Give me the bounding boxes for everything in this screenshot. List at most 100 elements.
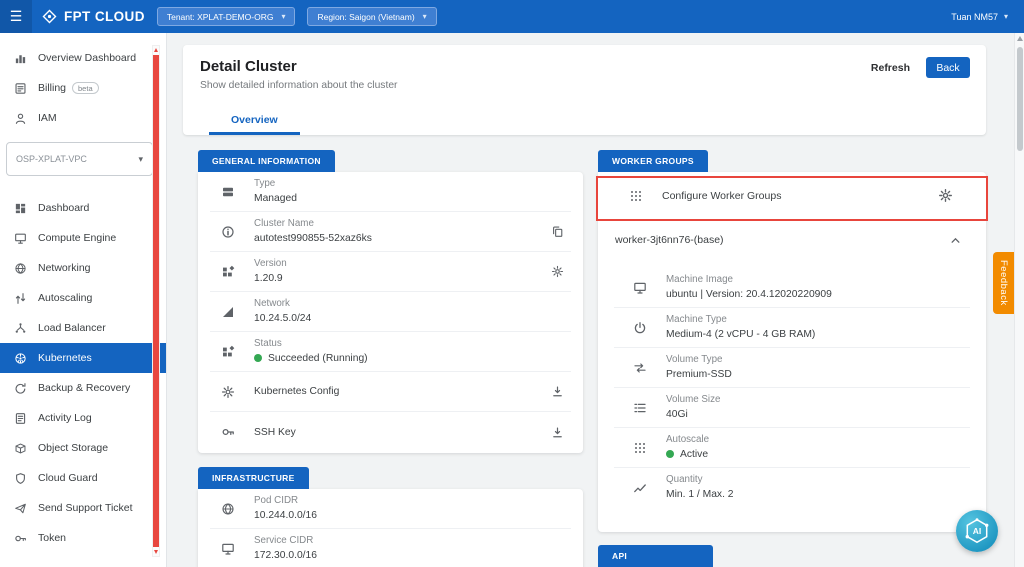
hamburger-menu-icon[interactable]: ☰: [0, 0, 32, 33]
info-row-volume-type: Volume Type Premium-SSD: [614, 348, 970, 388]
sidebar-item-send-support-ticket[interactable]: Send Support Ticket: [0, 493, 166, 523]
key-icon: [220, 425, 236, 439]
up-down-arrows-icon: [13, 291, 28, 306]
info-row-quantity: Quantity Min. 1 / Max. 2: [614, 468, 970, 508]
scroll-up-arrow-icon[interactable]: [154, 48, 158, 52]
infrastructure-card: Pod CIDR 10.244.0.0/16 Service CIDR 172.…: [198, 489, 583, 567]
sidebar-item-label: Token: [38, 532, 66, 544]
tab-overview[interactable]: Overview: [209, 108, 300, 135]
user-menu[interactable]: Tuan NM57 ▾: [951, 12, 1008, 22]
copy-icon[interactable]: [548, 222, 567, 241]
row-label: Autoscale: [666, 434, 709, 447]
sidebar-item-activity-log[interactable]: Activity Log: [0, 403, 166, 433]
worker-group-accordion-header[interactable]: worker-3jt6nn76-(base): [598, 220, 986, 260]
row-value: 1.20.9: [254, 272, 287, 285]
row-value: Medium-4 (2 vCPU - 4 GB RAM): [666, 328, 815, 341]
infrastructure-header: INFRASTRUCTURE: [198, 467, 309, 489]
configure-worker-groups-row[interactable]: Configure Worker Groups: [598, 172, 986, 220]
sidebar-item-billing[interactable]: Billing beta ▾: [0, 73, 166, 103]
row-label: Volume Size: [666, 394, 720, 407]
ai-assistant-button[interactable]: AI: [956, 510, 998, 552]
sidebar-scrollbar-thumb[interactable]: [153, 55, 159, 547]
chevron-down-icon: ▾: [1004, 12, 1008, 21]
info-row-status: Status Succeeded (Running): [210, 332, 571, 372]
row-value: autotest990855-52xaz6ks: [254, 232, 372, 245]
page-scrollbar[interactable]: [1014, 33, 1024, 567]
info-row-autoscale: Autoscale Active: [614, 428, 970, 468]
worker-group-details: Machine Image ubuntu | Version: 20.4.120…: [598, 260, 986, 508]
monitor-icon: [632, 281, 648, 295]
tenant-selector[interactable]: Tenant: XPLAT-DEMO-ORG ▾: [157, 7, 296, 26]
beta-badge: beta: [72, 82, 99, 94]
sidebar-item-token[interactable]: Token: [0, 523, 166, 553]
region-selector[interactable]: Region: Saigon (Vietnam) ▾: [307, 7, 436, 26]
autoscale-status-dot: [666, 450, 674, 458]
ai-label: AI: [973, 526, 982, 536]
sidebar-item-object-storage[interactable]: Object Storage: [0, 433, 166, 463]
page-header-card: Detail Cluster Show detailed information…: [183, 45, 986, 135]
paper-plane-icon: [13, 501, 28, 516]
row-label: Pod CIDR: [254, 495, 317, 508]
gear-icon: [220, 385, 236, 399]
sidebar-item-compute-engine[interactable]: Compute Engine ▾: [0, 223, 166, 253]
sidebar-item-label: Cloud Guard: [38, 472, 98, 484]
load-balancer-icon: [13, 321, 28, 336]
region-label: Region: Saigon (Vietnam): [317, 12, 414, 22]
info-row-machine-image: Machine Image ubuntu | Version: 20.4.120…: [614, 268, 970, 308]
sidebar-item-overview-dashboard[interactable]: Overview Dashboard: [0, 43, 166, 73]
refresh-button[interactable]: Refresh: [871, 62, 910, 74]
sidebar-item-label: Send Support Ticket: [38, 502, 133, 514]
row-label: Volume Type: [666, 354, 732, 367]
row-label: Machine Type: [666, 314, 815, 327]
row-label: Network: [254, 298, 311, 311]
info-row-volume-size: Volume Size 40Gi: [614, 388, 970, 428]
row-label: Kubernetes Config: [254, 386, 339, 397]
info-row-service-cidr: Service CIDR 172.30.0.0/16: [210, 529, 571, 567]
row-value: 10.244.0.0/16: [254, 509, 317, 522]
sidebar-main-group: Dashboard Compute Engine ▾ Networking ▾: [0, 193, 166, 553]
sidebar-item-kubernetes[interactable]: Kubernetes: [0, 343, 166, 373]
sidebar-item-label: IAM: [38, 112, 57, 124]
page-scrollbar-thumb[interactable]: [1017, 47, 1023, 151]
scroll-down-arrow-icon[interactable]: [154, 550, 158, 554]
back-button[interactable]: Back: [926, 57, 970, 78]
info-row-ssh-key: SSH Key: [210, 412, 571, 452]
widgets-icon: [220, 265, 236, 279]
widgets-icon: [220, 345, 236, 359]
sidebar-item-label: Activity Log: [38, 412, 92, 424]
dots-grid-icon: [632, 441, 648, 455]
download-icon[interactable]: [548, 423, 567, 442]
sidebar-scrollbar[interactable]: [152, 45, 160, 557]
sidebar-item-backup-recovery[interactable]: Backup & Recovery: [0, 373, 166, 403]
billing-icon: [13, 81, 28, 96]
key-icon: [13, 531, 28, 546]
row-value: Premium-SSD: [666, 368, 732, 381]
globe-icon: [220, 502, 236, 516]
configure-worker-groups-label: Configure Worker Groups: [662, 190, 781, 202]
sidebar-item-label: Overview Dashboard: [38, 52, 136, 64]
download-icon[interactable]: [548, 382, 567, 401]
gear-icon[interactable]: [548, 262, 567, 281]
kubernetes-icon: [13, 351, 28, 366]
scroll-up-arrow-icon[interactable]: [1017, 36, 1023, 41]
sidebar-item-cloud-guard[interactable]: Cloud Guard: [0, 463, 166, 493]
sidebar-item-iam[interactable]: IAM ▾: [0, 103, 166, 133]
sidebar-item-networking[interactable]: Networking ▾: [0, 253, 166, 283]
worker-groups-header: WORKER GROUPS: [598, 150, 708, 172]
sidebar-item-load-balancer[interactable]: Load Balancer ▾: [0, 313, 166, 343]
gear-icon[interactable]: [935, 185, 956, 206]
info-row-cluster-name: Cluster Name autotest990855-52xaz6ks: [210, 212, 571, 252]
sidebar-item-dashboard[interactable]: Dashboard: [0, 193, 166, 223]
person-icon: [13, 111, 28, 126]
vpc-selector[interactable]: OSP-XPLAT-VPC ▾: [6, 142, 153, 176]
row-label: Status: [254, 338, 368, 351]
sidebar-item-autoscaling[interactable]: Autoscaling ▾: [0, 283, 166, 313]
chevron-up-icon[interactable]: [946, 231, 965, 250]
sidebar-top-group: Overview Dashboard Billing beta ▾ IAM ▾: [0, 33, 166, 133]
info-row-type: Type Managed: [210, 172, 571, 212]
vpc-selector-value: OSP-XPLAT-VPC: [16, 154, 87, 164]
brand: FPT CLOUD: [42, 9, 145, 24]
dots-grid-icon: [628, 189, 644, 203]
page-subtitle: Show detailed information about the clus…: [200, 80, 397, 91]
feedback-tab[interactable]: Feedback: [993, 252, 1014, 314]
